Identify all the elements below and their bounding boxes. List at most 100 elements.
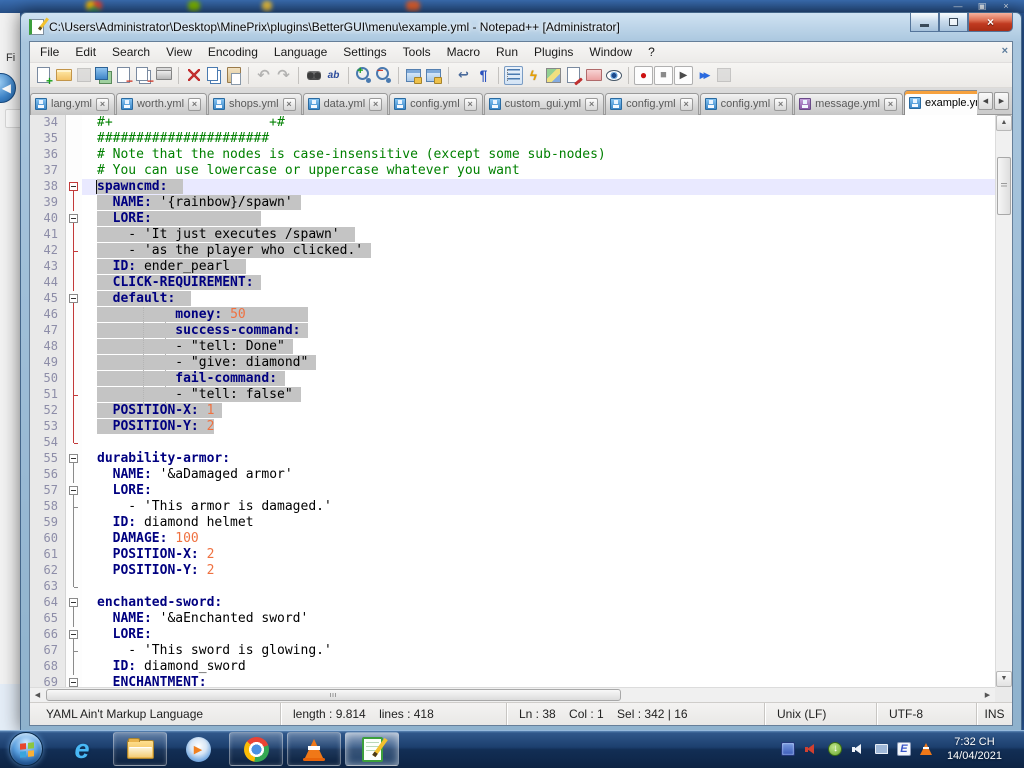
paste-button[interactable] (224, 66, 243, 85)
find-button[interactable] (304, 66, 323, 85)
taskbar-internet-explorer[interactable]: e (55, 732, 109, 766)
tab-custom_gui.yml[interactable]: custom_gui.yml× (484, 93, 604, 115)
close-tab-icon[interactable]: × (585, 98, 598, 111)
tray-remote-app-icon[interactable] (781, 742, 795, 756)
editor-line[interactable] (82, 579, 995, 595)
open-file-button[interactable] (54, 66, 73, 85)
background-button[interactable] (5, 109, 20, 128)
tab-example.yml[interactable]: example.yml× (904, 90, 977, 115)
minimize-button[interactable] (910, 13, 939, 32)
menu-item-run[interactable]: Run (488, 43, 526, 61)
tab-scroll-right-button[interactable]: ▶ (994, 92, 1009, 110)
taskbar-clock[interactable]: 7:32 CH 14/04/2021 (941, 735, 1016, 763)
tab-data.yml[interactable]: data.yml× (303, 93, 389, 115)
folder-as-workspace-button[interactable] (584, 66, 603, 85)
tab-scroll-left-button[interactable]: ◀ (978, 92, 993, 110)
menu-item-tools[interactable]: Tools (395, 43, 439, 61)
background-close-button[interactable]: × (998, 0, 1014, 12)
tray-idm-icon[interactable] (828, 742, 842, 756)
fold-toggle[interactable] (66, 179, 82, 195)
editor-line[interactable]: - 'This armor is damaged.' (82, 499, 995, 515)
editor-line[interactable]: - 'This sword is glowing.' (82, 643, 995, 659)
editor-line[interactable]: ID: diamond helmet (82, 515, 995, 531)
taskbar-windows-explorer[interactable] (113, 732, 167, 766)
fold-toggle[interactable] (66, 595, 82, 611)
new-file-button[interactable] (34, 66, 53, 85)
menu-item-language[interactable]: Language (266, 43, 335, 61)
horizontal-scrollbar[interactable]: ◀ ▶ (30, 687, 995, 702)
document-close-icon[interactable]: × (1002, 45, 1008, 57)
scroll-down-icon[interactable]: ▼ (996, 671, 1012, 687)
editor-area[interactable]: 3435363738394041424344454647484950515253… (30, 115, 1012, 702)
editor-line[interactable]: - "tell: false" (82, 387, 995, 403)
taskbar-media-player[interactable] (171, 732, 225, 766)
scroll-up-icon[interactable]: ▲ (996, 115, 1012, 131)
print-button[interactable] (154, 66, 173, 85)
zoom-in-button[interactable] (354, 66, 373, 85)
taskbar-chrome[interactable] (229, 732, 283, 766)
scroll-left-icon[interactable]: ◀ (30, 688, 45, 702)
document-switcher-button[interactable] (564, 66, 583, 85)
menu-item-settings[interactable]: Settings (335, 43, 394, 61)
record-macro-button[interactable] (634, 66, 653, 85)
function-list-button[interactable] (524, 66, 543, 85)
taskbar-vlc[interactable] (287, 732, 341, 766)
document-map-button[interactable] (544, 66, 563, 85)
tray-e-app-icon[interactable]: E (897, 742, 911, 756)
start-button[interactable] (9, 732, 43, 766)
zoom-out-button[interactable] (374, 66, 393, 85)
close-tab-icon[interactable]: × (369, 98, 382, 111)
close-all-button[interactable] (134, 66, 153, 85)
editor-line[interactable] (82, 435, 995, 451)
fold-toggle[interactable] (66, 483, 82, 499)
background-minimize-button[interactable]: — (950, 0, 966, 12)
editor-line[interactable]: NAME: '&aDamaged armor' (82, 467, 995, 483)
tab-shops.yml[interactable]: shops.yml× (208, 93, 302, 115)
stop-macro-button[interactable] (654, 66, 673, 85)
editor-line[interactable]: ###################### (82, 131, 995, 147)
text-area[interactable]: #+ +######################## Note that t… (82, 115, 995, 687)
editor-line[interactable]: #+ +# (82, 115, 995, 131)
tab-lang.yml[interactable]: lang.yml× (30, 93, 115, 115)
editor-line[interactable]: fail-command: (82, 371, 995, 387)
editor-line[interactable]: DAMAGE: 100 (82, 531, 995, 547)
replace-button[interactable] (324, 66, 343, 85)
tab-worth.yml[interactable]: worth.yml× (116, 93, 207, 115)
title-bar[interactable]: C:\Users\Administrator\Desktop\MinePrix\… (21, 13, 1021, 41)
menu-item-encoding[interactable]: Encoding (200, 43, 266, 61)
editor-line[interactable]: POSITION-X: 2 (82, 547, 995, 563)
close-tab-icon[interactable]: × (96, 98, 109, 111)
editor-line[interactable]: ID: diamond_sword (82, 659, 995, 675)
menu-item-macro[interactable]: Macro (439, 43, 488, 61)
editor-line[interactable]: money: 50 (82, 307, 995, 323)
editor-line[interactable]: # Note that the nodes is case-insensitiv… (82, 147, 995, 163)
fold-toggle[interactable] (66, 291, 82, 307)
editor-line[interactable]: durability-armor: (82, 451, 995, 467)
editor-line[interactable]: POSITION-Y: 2 (82, 563, 995, 579)
editor-line[interactable]: ENCHANTMENT: (82, 675, 995, 687)
editor-line[interactable]: success-command: (82, 323, 995, 339)
editor-line[interactable]: - 'as the player who clicked.' (82, 243, 995, 259)
tray-network-icon[interactable] (875, 744, 888, 754)
menu-item-window[interactable]: Window (581, 43, 640, 61)
menu-item-search[interactable]: Search (104, 43, 158, 61)
editor-line[interactable]: default: (82, 291, 995, 307)
close-tab-icon[interactable]: × (464, 98, 477, 111)
editor-line[interactable]: LORE: (82, 483, 995, 499)
tab-config.yml[interactable]: config.yml× (605, 93, 699, 115)
menu-item-edit[interactable]: Edit (67, 43, 104, 61)
editor-line[interactable]: POSITION-X: 1 (82, 403, 995, 419)
run-macro-multiple-button[interactable] (694, 66, 713, 85)
back-button[interactable]: ◀ (0, 73, 16, 103)
show-indent-guide-button[interactable] (504, 66, 523, 85)
editor-line[interactable]: LORE: (82, 211, 995, 227)
close-tab-icon[interactable]: × (884, 98, 897, 111)
menu-item-help[interactable]: ? (640, 43, 663, 61)
close-tab-icon[interactable]: × (680, 98, 693, 111)
horizontal-scroll-thumb[interactable] (46, 689, 621, 701)
fold-toggle[interactable] (66, 627, 82, 643)
scroll-right-icon[interactable]: ▶ (980, 688, 995, 702)
editor-line[interactable]: enchanted-sword: (82, 595, 995, 611)
play-macro-button[interactable] (674, 66, 693, 85)
tray-volume-muted-icon[interactable] (804, 742, 819, 757)
